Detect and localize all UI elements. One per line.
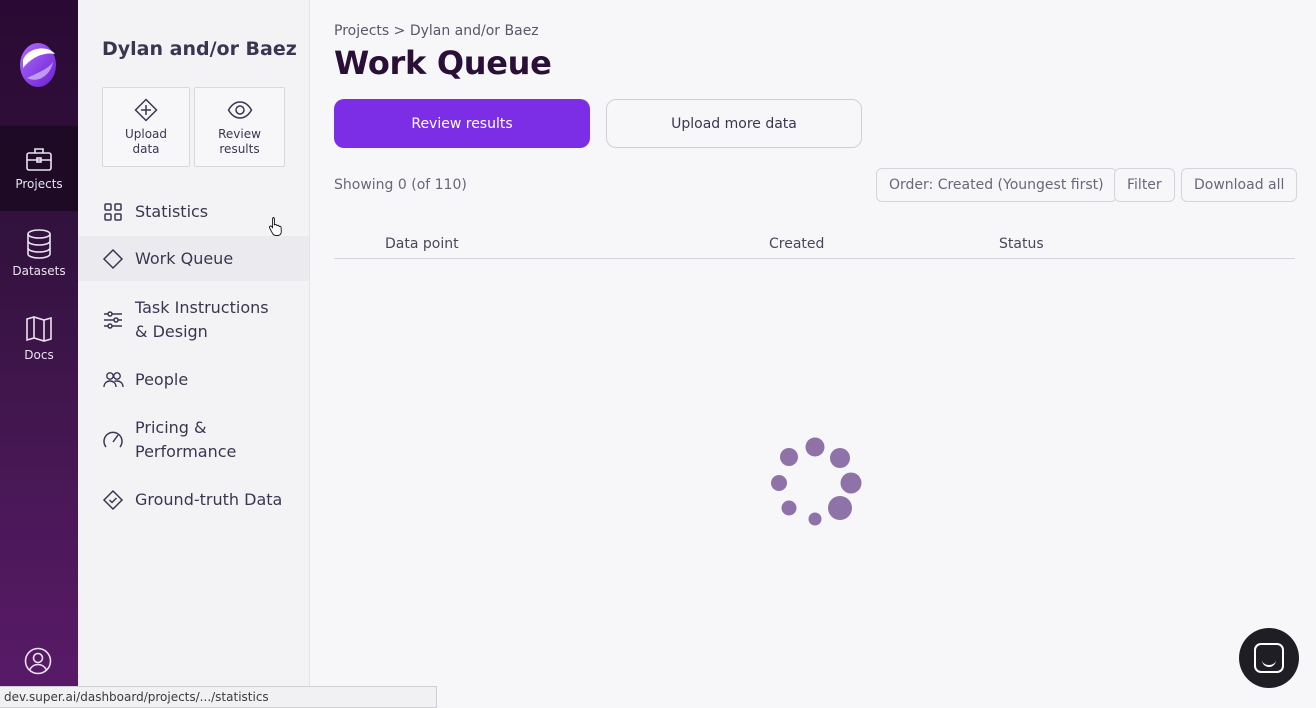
grid-icon (104, 203, 122, 221)
pointer-cursor-icon (268, 217, 282, 236)
sidebar-item-work-queue[interactable]: Work Queue (78, 236, 309, 281)
rail-item-label: Docs (24, 348, 54, 362)
sidebar-item-pricing-performance[interactable]: Pricing & Performance (78, 416, 309, 464)
rail-item-datasets[interactable]: Datasets (0, 211, 78, 296)
breadcrumb[interactable]: Projects > Dylan and/or Baez (334, 23, 539, 39)
sidebar-item-label: People (135, 370, 189, 389)
sliders-icon (104, 311, 122, 329)
user-account-icon[interactable] (24, 647, 52, 675)
project-name: Dylan and/or Baez (102, 38, 297, 60)
sidebar-item-label: Pricing & Performance (135, 418, 237, 461)
app-rail: Projects Datasets Docs (0, 0, 78, 708)
table-header-divider (334, 258, 1295, 259)
sidebar-item-label: Ground-truth Data (135, 490, 283, 509)
upload-data-label: Upload data (124, 127, 168, 156)
rail-item-label: Datasets (12, 264, 66, 278)
gauge-icon (103, 431, 123, 448)
chat-launcher-button[interactable] (1239, 628, 1299, 688)
database-icon (27, 229, 51, 259)
column-header-status[interactable]: Status (999, 236, 1044, 252)
review-results-button[interactable]: Review results (334, 99, 590, 148)
sidebar-item-task-instructions[interactable]: Task Instructions & Design (78, 296, 309, 344)
project-sidenav: Dylan and/or Baez Upload data Review res… (78, 0, 310, 708)
sidebar-item-label: Work Queue (135, 249, 234, 268)
review-results-label: Review results (218, 127, 261, 156)
column-header-data-point[interactable]: Data point (385, 236, 459, 252)
sidebar-item-label: Statistics (135, 202, 209, 221)
main-content: Projects > Dylan and/or Baez Work Queue … (310, 0, 1316, 708)
chat-icon (1254, 643, 1284, 673)
download-all-button[interactable]: Download all (1181, 168, 1298, 202)
filter-button[interactable]: Filter (1114, 168, 1175, 202)
sidebar-item-people[interactable]: People (78, 368, 309, 392)
sidebar-item-label: Task Instructions & Design (135, 298, 269, 341)
upload-more-data-button[interactable]: Upload more data (606, 99, 862, 148)
briefcase-icon (26, 148, 52, 171)
rail-item-docs[interactable]: Docs (0, 296, 78, 381)
diamond-icon (102, 248, 124, 270)
people-icon (103, 372, 124, 388)
eye-icon (227, 101, 252, 119)
column-header-created[interactable]: Created (769, 236, 824, 252)
upload-icon (134, 98, 158, 122)
order-button[interactable]: Order: Created (Youngest first) (876, 168, 1117, 202)
rail-item-projects[interactable]: Projects (0, 126, 78, 211)
rail-item-label: Projects (15, 177, 63, 191)
upload-data-button[interactable]: Upload data (102, 87, 190, 167)
browser-status-bar: dev.super.ai/dashboard/projects/.../stat… (0, 686, 437, 708)
review-results-quick-button[interactable]: Review results (194, 87, 285, 167)
sidebar-item-ground-truth[interactable]: Ground-truth Data (78, 488, 309, 512)
check-diamond-icon (102, 489, 124, 511)
result-count: Showing 0 (of 110) (334, 177, 467, 193)
loading-spinner (771, 437, 862, 526)
page-title: Work Queue (334, 44, 552, 82)
app-logo[interactable] (17, 40, 59, 90)
book-icon (26, 316, 52, 342)
